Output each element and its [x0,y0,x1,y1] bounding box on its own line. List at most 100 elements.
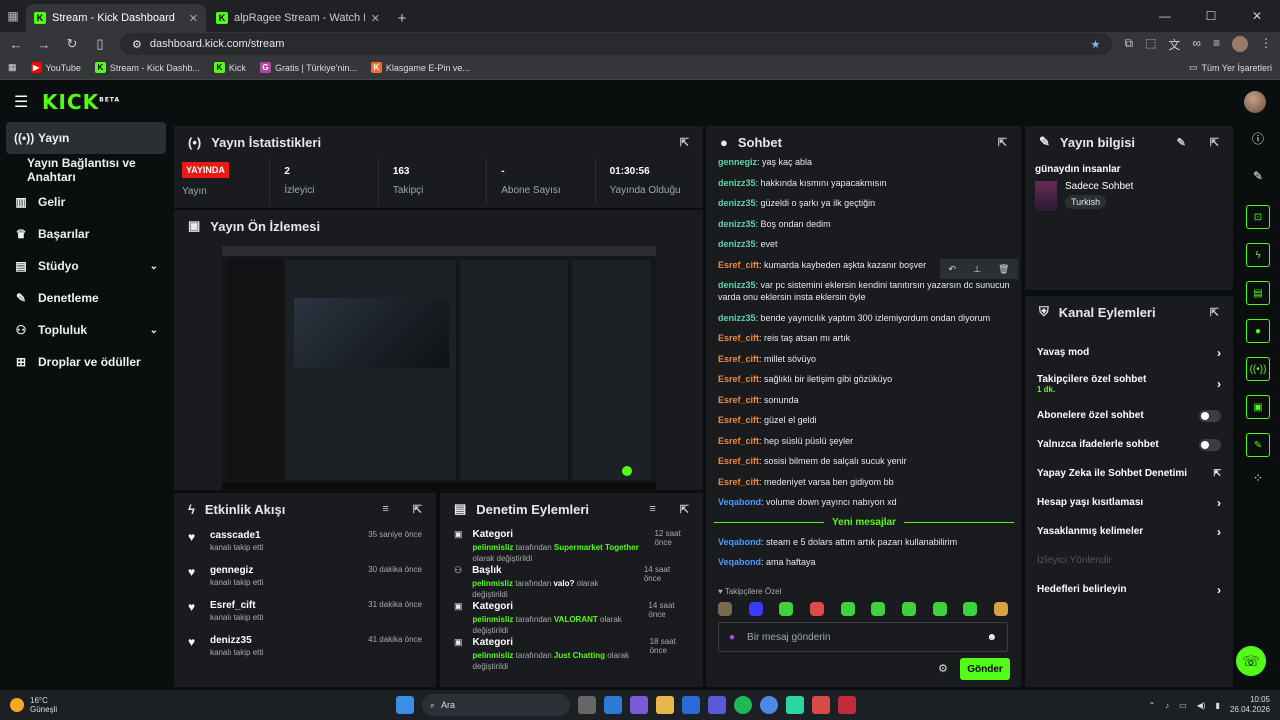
chat-messages[interactable]: gennegiz: yaş kaç abla denizz35: hakkında… [706,156,1022,586]
link-icon[interactable]: ∞ [1192,36,1201,53]
slow-mode-row[interactable]: Yavaş mod › [1025,338,1233,367]
chat-message[interactable]: denizz35: var pc sistemini eklersin kend… [706,279,1022,303]
back-icon[interactable]: ← [8,37,24,52]
reload-icon[interactable]: ↻ [64,36,80,52]
copilot-icon[interactable] [630,696,648,714]
chat-message[interactable]: Esref_cift: sosisi bilmem de salçalı suc… [706,455,1022,467]
chat-username[interactable]: denizz35 [718,280,756,290]
bookmark-klasgame[interactable]: K Klasgame E-Pin ve... [370,62,470,73]
emoji-icon[interactable]: ☻ [986,632,997,643]
extensions-icon[interactable]: ⧉ [1124,36,1133,53]
apps-grid-icon[interactable]: ▦ [8,62,17,73]
filter-icon[interactable]: ≡ [649,503,655,515]
kick-logo[interactable]: KICKBETA [42,90,120,114]
filter-icon[interactable]: ≡ [382,503,388,515]
store-icon[interactable] [682,696,700,714]
forward-icon[interactable]: → [36,37,52,52]
layout-button[interactable]: ▣ [1246,395,1270,419]
ai-moderation-row[interactable]: Yapay Zeka ile Sohbet Denetimi ⇱ [1025,459,1233,488]
chrome-icon[interactable] [760,696,778,714]
chat-message[interactable]: denizz35: bende yayıncılık yaptım 300 iz… [706,312,1022,324]
emote[interactable] [718,602,732,616]
info-icon[interactable]: ⓘ [1240,130,1276,147]
chat-username[interactable]: denizz35 [718,239,756,249]
clip-button[interactable]: ⊡ [1246,205,1270,229]
app-icon[interactable] [812,696,830,714]
help-button[interactable]: ☏ [1236,646,1266,676]
expand-icon[interactable]: ⇱ [1210,306,1219,319]
expand-icon[interactable]: ⇱ [998,136,1007,149]
notes-button[interactable]: ▤ [1246,281,1270,305]
maximize-icon[interactable]: ☐ [1188,9,1234,23]
sidebar-item-basarilar[interactable]: ♛ Başarılar [0,218,172,250]
new-tab-button[interactable]: + [390,4,414,32]
emote[interactable] [840,602,855,616]
account-age-row[interactable]: Hesap yaşı kısıtlaması › [1025,488,1233,517]
more-menu-icon[interactable]: ⋮ [1260,36,1272,53]
task-view-icon[interactable] [578,696,596,714]
chat-username[interactable]: Esref_cift [718,374,759,384]
volume-icon[interactable]: ◀) [1197,701,1206,710]
emote[interactable] [901,602,916,616]
chat-username[interactable]: Esref_cift [718,477,759,487]
user-avatar[interactable] [1244,90,1266,113]
chat-message[interactable]: denizz35: Boş ondan dedim [706,218,1022,230]
all-bookmarks[interactable]: ▭ Tüm Yer İşaretleri [1189,62,1272,73]
bookmark-gratis[interactable]: G Gratis | Türkiye'nin... [259,62,357,73]
minimize-icon[interactable]: — [1142,9,1188,23]
broadcast-button[interactable]: ((•)) [1246,357,1270,381]
emote[interactable] [779,602,794,616]
sidebar-item-stream-key[interactable]: Yayın Bağlantısı ve Anahtarı [0,154,172,186]
bookmark-youtube[interactable]: ▶ YouTube [30,62,81,73]
chat-username[interactable]: Esref_cift [718,436,759,446]
feed-user[interactable]: gennegiz [210,565,358,576]
expand-icon[interactable]: ⇱ [413,503,422,516]
emote[interactable] [963,602,978,616]
chat-username[interactable]: Esref_cift [718,395,759,405]
feed-user[interactable]: Esref_cift [210,600,358,611]
community-icon[interactable]: ⁘ [1240,471,1276,485]
tab-kick-dashboard[interactable]: K Stream - Kick Dashboard ✕ [26,4,206,32]
chat-username[interactable]: denizz35 [718,178,756,188]
feed-user[interactable]: denizz35 [210,635,358,646]
category-name[interactable]: Sadece Sohbet [1065,181,1133,192]
chat-username[interactable]: Esref_cift [718,354,759,364]
mod-user[interactable]: pelinmisliz [473,615,514,624]
chat-username[interactable]: Esref_cift [718,456,759,466]
bookmark-star-icon[interactable]: ★ [1091,38,1101,51]
delete-icon[interactable]: 🗑 [998,264,1009,275]
hamburger-menu-icon[interactable]: ☰ [14,92,34,112]
profile-avatar[interactable] [1232,35,1248,52]
valorant-icon[interactable] [838,696,856,714]
chat-username[interactable]: Esref_cift [718,415,759,425]
sidebar-item-denetleme[interactable]: ✎ Denetleme [0,282,172,314]
sidebar-item-gelir[interactable]: ▥ Gelir [0,186,172,218]
emote[interactable] [932,602,947,616]
chat-message[interactable]: Veqabond: volume down yayıncı nabıyon xd [706,496,1022,508]
chat-message[interactable]: Esref_cift: güzel el geldi [706,414,1022,426]
lightning-button[interactable]: ϟ [1246,243,1270,267]
site-info-icon[interactable]: ⚙ [132,38,142,51]
chat-message[interactable]: denizz35: hakkında kısmını yapacakmısın [706,177,1022,189]
chat-username[interactable]: denizz35 [718,198,756,208]
chat-username[interactable]: Veqabond [718,497,761,507]
extension-icon[interactable]: ⬚ [1145,36,1156,53]
chat-settings-gear-icon[interactable]: ⚙ [938,662,948,675]
wrench-button[interactable]: ✎ [1246,433,1270,457]
emote[interactable] [993,602,1008,616]
chat-message[interactable]: Esref_cift: reis taş atsan mı artık [706,332,1022,344]
start-windows-icon[interactable] [396,696,414,714]
chat-input[interactable]: ● Bir mesaj gönderin ☻ [718,622,1008,652]
expand-icon[interactable]: ⇱ [680,503,689,516]
feed-user[interactable]: casscade1 [210,530,358,541]
mod-user[interactable]: pelinmisliz [472,579,513,588]
battery-icon[interactable]: ▮ [1216,701,1220,710]
edit-icon[interactable]: ✎ [1177,136,1186,149]
app-icon[interactable] [786,696,804,714]
chat-username[interactable]: Esref_cift [718,260,759,270]
outlook-icon[interactable] [604,696,622,714]
chat-message[interactable]: Esref_cift: millet sövüyo [706,353,1022,365]
translate-icon[interactable]: 文 [1168,36,1180,53]
emote[interactable] [809,602,824,616]
followers-only-row[interactable]: Takipçilere özel sohbet 1 dk. › [1025,367,1233,401]
